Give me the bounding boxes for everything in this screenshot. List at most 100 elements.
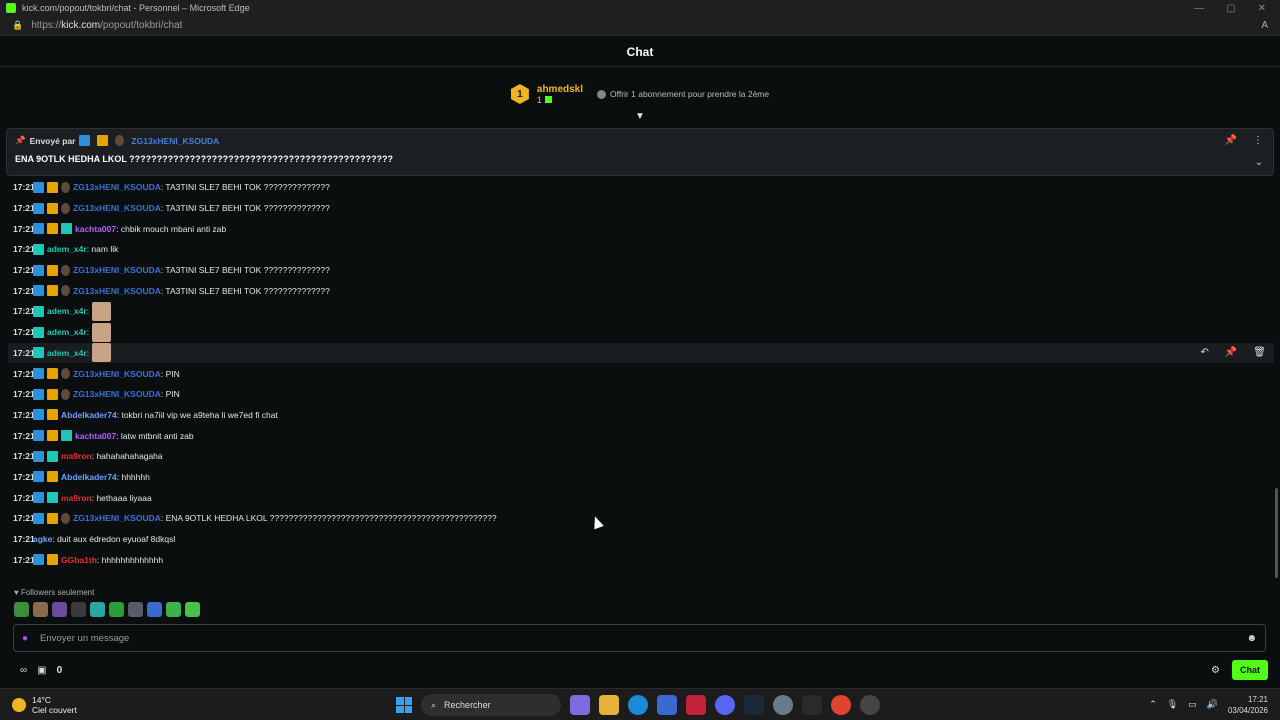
microphone-icon[interactable]: 🎙 (1167, 699, 1178, 710)
chat-message[interactable]: 17:21 agke: duit aux édredon eyuoaf 8dkqs… (8, 529, 1274, 550)
emote-icon[interactable] (14, 602, 29, 617)
mic-icon[interactable]: ● (22, 633, 28, 644)
chat-message[interactable]: 17:21 kachta007: latw mtbnit anti zab (8, 425, 1274, 446)
message-username[interactable]: ZG13xHENI_KSOUDA (73, 265, 161, 275)
volume-icon[interactable]: 🔊 (1207, 699, 1218, 710)
message-time: 17:21 (13, 347, 35, 358)
emote-icon[interactable] (147, 602, 162, 617)
emote-icon[interactable] (52, 602, 67, 617)
gifter-name[interactable]: ahmedskl (537, 84, 583, 95)
chat-message[interactable]: 17:21 Abdelkader74: hhhhhh (8, 467, 1274, 488)
chat-message[interactable]: 17:21 adem_x4r: (8, 322, 1274, 343)
chat-message[interactable]: 17:21 ZG13xHENI_KSOUDA: ENA 9OTLK HEDHA L… (8, 508, 1274, 529)
chat-message[interactable]: 17:21 Abdelkader74: tokbri na7iil vip we … (8, 405, 1274, 426)
chat-message[interactable]: 17:21 ZG13xHENI_KSOUDA: TA3TINI SLE7 BEHI… (8, 280, 1274, 301)
chat-message[interactable]: 17:21 ZG13xHENI_KSOUDA: PIN (8, 363, 1274, 384)
chrome-icon[interactable] (831, 695, 851, 715)
chat-send-button[interactable]: Chat (1232, 660, 1268, 680)
pinned-user[interactable]: ZG13xHENI_KSOUDA (131, 136, 219, 146)
message-username[interactable]: ZG13xHENI_KSOUDA (73, 182, 161, 192)
unpin-icon[interactable]: 📌 (1225, 135, 1237, 146)
pin-icon[interactable]: 📌 (1225, 347, 1237, 358)
lock-icon[interactable]: 🔒 (12, 20, 23, 31)
gifter-count: 1 (537, 95, 583, 105)
app-icon[interactable] (686, 695, 706, 715)
settings-icon[interactable]: ⚙ (1211, 665, 1220, 676)
chat-message[interactable]: 17:21 ZG13xHENI_KSOUDA: TA3TINI SLE7 BEHI… (8, 198, 1274, 219)
clock[interactable]: 17:21 03/04/2026 (1228, 694, 1268, 716)
message-username[interactable]: agke (33, 534, 52, 544)
emote-icon[interactable] (109, 602, 124, 617)
chevron-up-icon[interactable]: ⌃ (1149, 699, 1157, 710)
emote-icon[interactable] (185, 602, 200, 617)
message-username[interactable]: ZG13xHENI_KSOUDA (73, 513, 161, 523)
read-aloud-icon[interactable]: A (1261, 20, 1268, 31)
steam-icon[interactable] (744, 695, 764, 715)
store-icon[interactable] (657, 695, 677, 715)
kick-app-icon[interactable] (802, 695, 822, 715)
copilot-icon[interactable] (570, 695, 590, 715)
windows-start-icon[interactable] (396, 697, 412, 713)
message-username[interactable]: ZG13xHENI_KSOUDA (73, 286, 161, 296)
chat-message[interactable]: 17:21 adem_x4r: nam lik (8, 239, 1274, 260)
emoji-icon[interactable]: ☻ (1246, 633, 1257, 644)
chat-message[interactable]: 17:21 kachta007: chbik mouch mbani anti z… (8, 218, 1274, 239)
gift-offer[interactable]: Offrir 1 abonnement pour prendre la 2ème (597, 89, 769, 99)
chat-messages[interactable]: 17:21 ZG13xHENI_KSOUDA: TA3TINI SLE7 BEHI… (8, 177, 1274, 584)
emote-icon[interactable] (33, 602, 48, 617)
chat-message[interactable]: 17:21 adem_x4r: ↶ 📌 🗑 (8, 342, 1274, 364)
message-username[interactable]: adem_x4r (47, 348, 87, 358)
chat-message[interactable]: 17:21 ZG13xHENI_KSOUDA: TA3TINI SLE7 BEHI… (8, 177, 1274, 198)
address-bar[interactable]: 🔒 https://kick.com/popout/tokbri/chat A (0, 16, 1280, 36)
emote-icon[interactable] (128, 602, 143, 617)
file-explorer-icon[interactable] (599, 695, 619, 715)
close-icon[interactable]: ✕ (1258, 3, 1266, 14)
network-icon[interactable]: ▭ (1188, 699, 1197, 710)
gift-box-icon[interactable]: ▣ (37, 665, 46, 676)
chat-message[interactable]: 17:21 ZG13xHENI_KSOUDA: TA3TINI SLE7 BEHI… (8, 260, 1274, 281)
weather-widget[interactable]: 14°C Ciel couvert (12, 695, 77, 715)
chat-message[interactable]: 17:21 ZG13xHENI_KSOUDA: PIN (8, 384, 1274, 405)
followers-mode: ♥ Followers seulement (14, 588, 95, 597)
message-text: : PIN (160, 368, 180, 379)
settings-app-icon[interactable] (773, 695, 793, 715)
taskbar-search[interactable]: ⌕ Rechercher (421, 694, 561, 716)
url-text[interactable]: https://kick.com/popout/tokbri/chat (31, 20, 182, 31)
maximize-icon[interactable]: ▢ (1226, 3, 1235, 14)
emote-icon[interactable] (71, 602, 86, 617)
minimize-icon[interactable]: — (1194, 3, 1204, 14)
message-placeholder[interactable]: Envoyer un message (40, 633, 129, 644)
message-username[interactable]: GGba1th (61, 555, 97, 565)
message-username[interactable]: adem_x4r (47, 244, 87, 254)
message-username[interactable]: Abdelkader74 (61, 472, 117, 482)
emote-icon[interactable] (166, 602, 181, 617)
message-username[interactable]: ma9ron (61, 451, 92, 461)
message-input[interactable]: ● Envoyer un message ☻ (13, 624, 1266, 652)
discord-icon[interactable] (715, 695, 735, 715)
message-username[interactable]: ZG13xHENI_KSOUDA (73, 389, 161, 399)
message-username[interactable]: kachta007 (75, 431, 116, 441)
top-gifter[interactable]: ahmedskl 1 (537, 84, 583, 105)
chevron-down-icon[interactable]: ⌄ (1255, 157, 1263, 168)
message-username[interactable]: Abdelkader74 (61, 410, 117, 420)
more-options-icon[interactable]: ⋮ (1253, 135, 1263, 146)
reply-icon[interactable]: ↶ (1200, 347, 1208, 358)
delete-icon[interactable]: 🗑 (1253, 347, 1266, 358)
message-username[interactable]: adem_x4r (47, 306, 87, 316)
chat-message[interactable]: 17:21 ma9ron: hethaaa liyaaa (8, 487, 1274, 508)
message-username[interactable]: ZG13xHENI_KSOUDA (73, 203, 161, 213)
chat-message[interactable]: 17:21 ma9ron: hahahahahagaha (8, 446, 1274, 467)
chat-message[interactable]: 17:21 GGba1th: hhhhhhhhhhhhh (8, 549, 1274, 570)
weather-desc: Ciel couvert (32, 704, 77, 715)
message-username[interactable]: kachta007 (75, 224, 116, 234)
scrollbar[interactable] (1275, 488, 1278, 578)
message-username[interactable]: ZG13xHENI_KSOUDA (73, 369, 161, 379)
connect-icon[interactable]: ∞ (20, 665, 27, 676)
emote-icon[interactable] (90, 602, 105, 617)
expand-arrow-icon[interactable]: ▼ (634, 112, 646, 122)
edge-icon[interactable] (628, 695, 648, 715)
message-username[interactable]: adem_x4r (47, 327, 87, 337)
chatgpt-icon[interactable] (860, 695, 880, 715)
chat-message[interactable]: 17:21 adem_x4r: (8, 301, 1274, 322)
message-username[interactable]: ma9ron (61, 493, 92, 503)
